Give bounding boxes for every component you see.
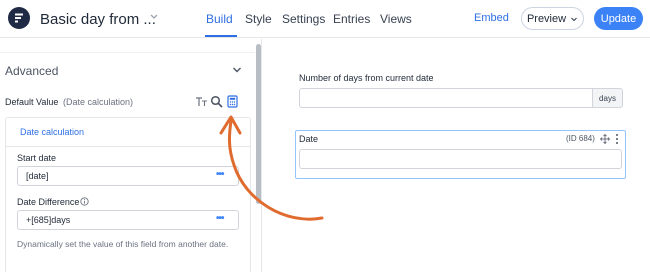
tab-date-calculation[interactable]: Date calculation xyxy=(20,127,84,137)
move-icon[interactable] xyxy=(600,134,610,144)
formidable-logo-icon[interactable] xyxy=(8,7,30,29)
date-field-id: (ID 684) xyxy=(566,134,595,143)
chevron-down-icon xyxy=(571,17,577,21)
days-field-label: Number of days from current date xyxy=(299,73,434,83)
preview-button[interactable]: Preview xyxy=(521,7,584,30)
active-tab-indicator xyxy=(205,35,237,37)
start-date-value: [date] xyxy=(26,171,49,181)
divider xyxy=(0,52,255,53)
form-title[interactable]: Basic day from ... xyxy=(40,11,156,28)
advanced-section-title[interactable]: Advanced xyxy=(5,64,58,78)
tab-settings[interactable]: Settings xyxy=(282,12,325,26)
search-icon[interactable] xyxy=(210,95,223,108)
helper-text: Dynamically set the value of this field … xyxy=(17,239,229,249)
more-options-icon[interactable] xyxy=(614,133,620,145)
tab-entries[interactable]: Entries xyxy=(333,12,370,26)
chevron-down-icon[interactable] xyxy=(148,10,160,22)
info-icon[interactable] xyxy=(80,197,89,206)
default-value-type: (Date calculation) xyxy=(63,97,134,107)
top-bar: Basic day from ... Build Style Settings … xyxy=(0,0,650,38)
preview-button-label: Preview xyxy=(526,12,567,25)
calculator-icon[interactable] xyxy=(226,95,239,108)
date-difference-value: +[685]days xyxy=(26,215,71,225)
default-value-label: Default Value xyxy=(5,97,59,107)
date-input[interactable] xyxy=(299,149,622,169)
text-format-icon[interactable] xyxy=(195,95,208,108)
update-button[interactable]: Update xyxy=(594,7,643,30)
days-input[interactable] xyxy=(299,88,592,108)
tab-build[interactable]: Build xyxy=(206,12,233,26)
tab-divider xyxy=(6,146,250,147)
start-date-input[interactable] xyxy=(17,166,239,186)
sidebar-scrollbar[interactable] xyxy=(256,44,261,204)
tab-style[interactable]: Style xyxy=(245,12,272,26)
logo-glyph-icon xyxy=(15,13,23,23)
start-date-label: Start date xyxy=(17,153,57,163)
days-suffix: days xyxy=(592,88,623,108)
date-difference-more-icon[interactable]: ••• xyxy=(216,213,224,224)
embed-link[interactable]: Embed xyxy=(474,12,509,24)
date-field-label: Date xyxy=(299,134,319,144)
date-difference-label: Date Difference xyxy=(17,197,80,207)
chevron-down-icon[interactable] xyxy=(232,66,242,74)
tab-views[interactable]: Views xyxy=(380,12,412,26)
start-date-more-icon[interactable]: ••• xyxy=(216,169,224,180)
